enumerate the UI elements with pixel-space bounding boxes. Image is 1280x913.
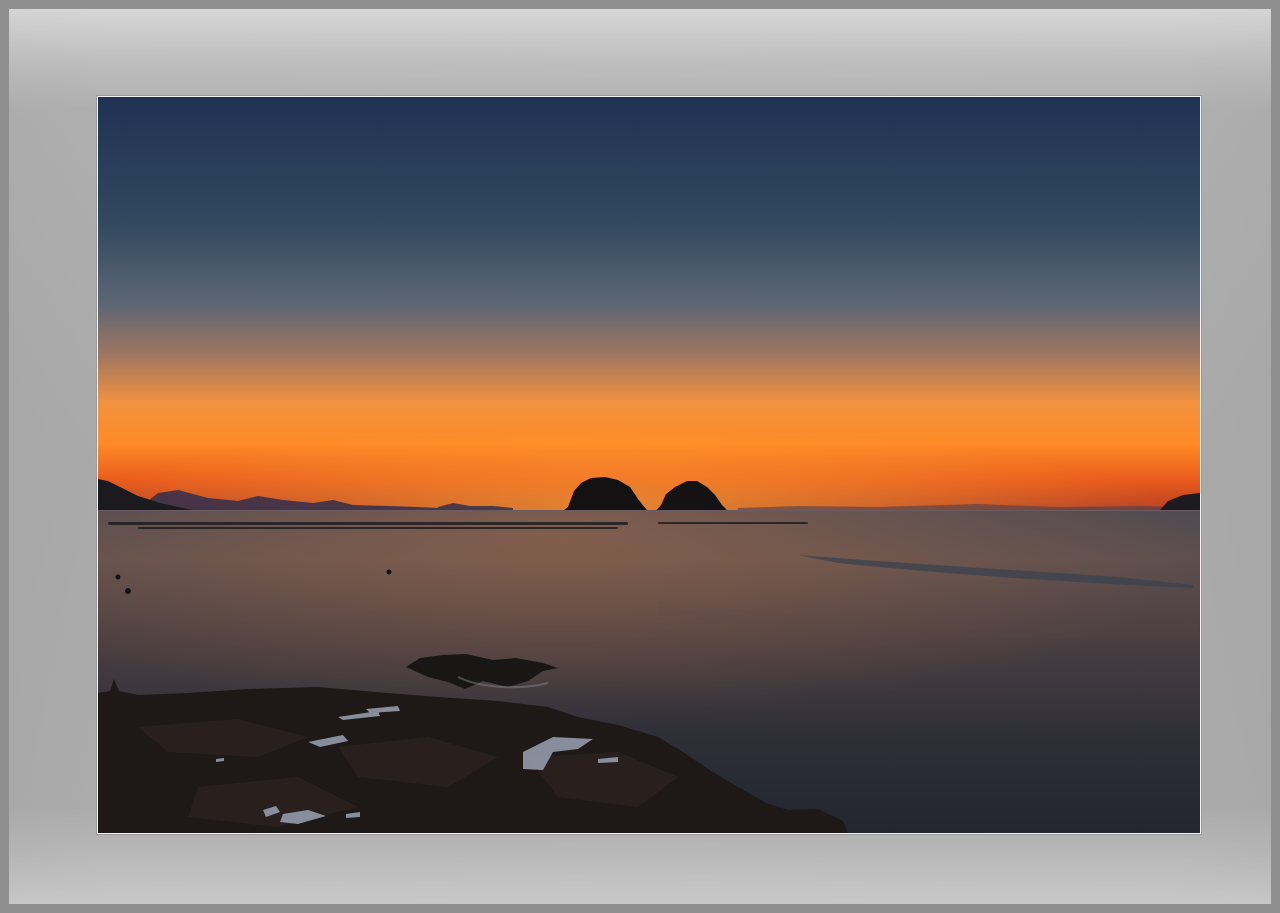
- photo-border: [97, 96, 1201, 834]
- seascape-photo: [98, 97, 1200, 833]
- picture-frame: [0, 0, 1280, 913]
